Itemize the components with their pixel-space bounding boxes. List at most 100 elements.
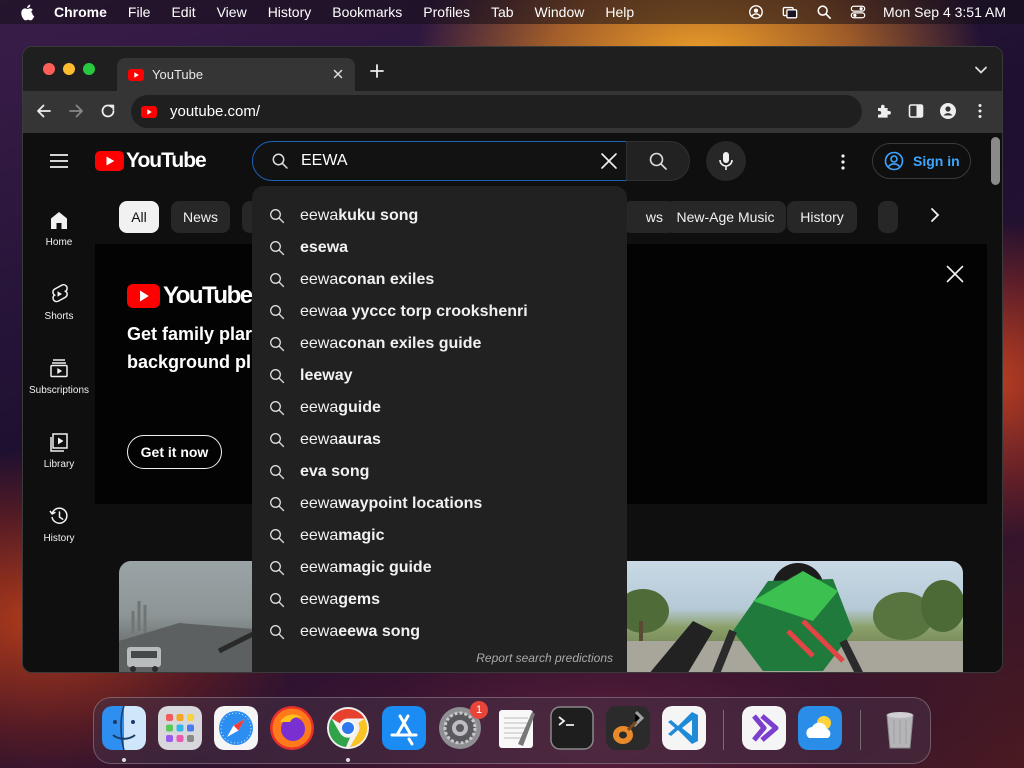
dock-app-store[interactable] bbox=[382, 706, 426, 750]
dock-terminal[interactable] bbox=[550, 706, 594, 750]
suggestion-item[interactable]: eewa guide bbox=[252, 392, 627, 424]
suggestion-item[interactable]: esewa bbox=[252, 232, 627, 264]
new-tab-icon[interactable] bbox=[369, 63, 385, 79]
get-it-now-button[interactable]: Get it now bbox=[127, 435, 222, 469]
account-circle-icon bbox=[884, 151, 904, 171]
menu-view[interactable]: View bbox=[217, 4, 247, 20]
side-panel-icon[interactable] bbox=[907, 102, 925, 120]
search-input[interactable]: EEWA bbox=[252, 141, 627, 181]
suggestion-prefix: eewa bbox=[300, 559, 339, 576]
sidebar-item-library[interactable]: Library bbox=[23, 415, 95, 475]
forward-arrow-icon[interactable] bbox=[67, 102, 85, 120]
back-arrow-icon[interactable] bbox=[35, 102, 53, 120]
chip-all[interactable]: All bbox=[119, 201, 159, 233]
sidebar-item-shorts[interactable]: Shorts bbox=[23, 267, 95, 327]
suggestion-item[interactable]: eewa waypoint locations bbox=[252, 488, 627, 520]
menu-tab[interactable]: Tab bbox=[491, 4, 514, 20]
vscode-icon bbox=[662, 706, 706, 750]
search-query-text[interactable]: EEWA bbox=[301, 152, 348, 170]
profile-icon[interactable] bbox=[939, 102, 957, 120]
chip-partial-right[interactable] bbox=[878, 201, 898, 233]
control-center-icon[interactable] bbox=[849, 4, 867, 20]
search-icon bbox=[270, 433, 285, 448]
suggestion-item[interactable]: eewa a yyccc torp crookshenri bbox=[252, 296, 627, 328]
dock-visual-studio[interactable] bbox=[742, 706, 786, 750]
dock-firefox[interactable] bbox=[270, 706, 314, 750]
suggestion-item[interactable]: eewa magic guide bbox=[252, 552, 627, 584]
search-button[interactable] bbox=[626, 141, 690, 181]
suggestion-item[interactable]: eewa magic bbox=[252, 520, 627, 552]
menu-edit[interactable]: Edit bbox=[171, 4, 195, 20]
youtube-favicon-icon bbox=[128, 68, 144, 81]
report-search-predictions-link[interactable]: Report search predictions bbox=[476, 651, 613, 665]
suggestion-item[interactable]: eewa eewa song bbox=[252, 616, 627, 648]
clear-search-icon[interactable] bbox=[600, 152, 618, 170]
weather-icon bbox=[798, 706, 842, 750]
search-icon bbox=[270, 241, 285, 256]
chevron-down-icon[interactable] bbox=[974, 65, 988, 75]
url-text[interactable]: youtube.com/ bbox=[170, 103, 260, 120]
dock-garageband[interactable] bbox=[606, 706, 650, 750]
search-icon bbox=[649, 152, 667, 170]
dock-textedit[interactable] bbox=[494, 706, 538, 750]
menu-bookmarks[interactable]: Bookmarks bbox=[332, 4, 402, 20]
suggestion-item[interactable]: leeway bbox=[252, 360, 627, 392]
dock-chrome[interactable] bbox=[326, 706, 370, 750]
chip-news[interactable]: News bbox=[171, 201, 230, 233]
window-minimize-button[interactable] bbox=[63, 63, 75, 75]
video-thumbnail[interactable] bbox=[603, 561, 963, 672]
dock-vscode[interactable] bbox=[662, 706, 706, 750]
chip-new-age-music[interactable]: New-Age Music bbox=[665, 201, 786, 233]
suggestion-item[interactable]: eewa conan exiles guide bbox=[252, 328, 627, 360]
suggestion-item[interactable]: eewa auras bbox=[252, 424, 627, 456]
suggestion-item[interactable]: eewa gems bbox=[252, 584, 627, 616]
user-status-icon[interactable] bbox=[747, 4, 765, 20]
chevron-right-icon[interactable] bbox=[929, 207, 941, 223]
sidebar-item-history[interactable]: History bbox=[23, 489, 95, 549]
close-banner-icon[interactable] bbox=[946, 265, 964, 283]
menu-history[interactable]: History bbox=[268, 4, 312, 20]
tab-bar: YouTube bbox=[23, 47, 1002, 91]
menu-file[interactable]: File bbox=[128, 4, 151, 20]
suggestion-completion: eva song bbox=[300, 463, 370, 480]
voice-search-button[interactable] bbox=[706, 141, 746, 181]
sidebar-item-subscriptions[interactable]: Subscriptions bbox=[23, 341, 95, 401]
extensions-puzzle-icon[interactable] bbox=[875, 102, 893, 120]
menu-app-name[interactable]: Chrome bbox=[54, 4, 107, 20]
more-options-icon[interactable] bbox=[833, 153, 853, 171]
close-tab-icon[interactable] bbox=[331, 67, 345, 81]
page-scrollbar[interactable] bbox=[991, 137, 1000, 185]
screen-mirroring-icon[interactable] bbox=[781, 4, 799, 20]
suggestion-prefix: eewa bbox=[300, 623, 339, 640]
reload-icon[interactable] bbox=[99, 102, 117, 120]
spotlight-search-icon[interactable] bbox=[815, 4, 833, 20]
dock-safari[interactable] bbox=[214, 706, 258, 750]
tab-youtube[interactable]: YouTube bbox=[117, 58, 355, 91]
suggestion-prefix: eewa bbox=[300, 271, 339, 288]
browser-menu-icon[interactable] bbox=[971, 102, 989, 120]
apple-icon[interactable] bbox=[18, 3, 38, 21]
hamburger-menu-icon[interactable] bbox=[49, 153, 69, 169]
suggestion-prefix: eewa bbox=[300, 399, 339, 416]
menu-help[interactable]: Help bbox=[605, 4, 634, 20]
garageband-icon bbox=[606, 706, 650, 750]
menu-profiles[interactable]: Profiles bbox=[423, 4, 470, 20]
sidebar-item-home[interactable]: Home bbox=[23, 193, 95, 253]
dock-weather[interactable] bbox=[798, 706, 842, 750]
window-zoom-button[interactable] bbox=[83, 63, 95, 75]
sign-in-button[interactable]: Sign in bbox=[872, 143, 971, 179]
dock-launchpad[interactable] bbox=[158, 706, 202, 750]
menu-window[interactable]: Window bbox=[535, 4, 585, 20]
chip-history[interactable]: History bbox=[787, 201, 857, 233]
suggestion-item[interactable]: eewa conan exiles bbox=[252, 264, 627, 296]
youtube-logo[interactable]: YouTube bbox=[95, 149, 207, 173]
notification-badge: 1 bbox=[470, 701, 488, 719]
window-close-button[interactable] bbox=[43, 63, 55, 75]
address-bar[interactable]: youtube.com/ bbox=[131, 95, 862, 128]
search-icon bbox=[270, 561, 285, 576]
dock-trash[interactable] bbox=[878, 706, 922, 750]
suggestion-item[interactable]: eva song bbox=[252, 456, 627, 488]
dock-finder[interactable] bbox=[102, 706, 146, 750]
menu-clock[interactable]: Mon Sep 4 3:51 AM bbox=[883, 4, 1006, 20]
suggestion-item[interactable]: eewa kuku song bbox=[252, 200, 627, 232]
